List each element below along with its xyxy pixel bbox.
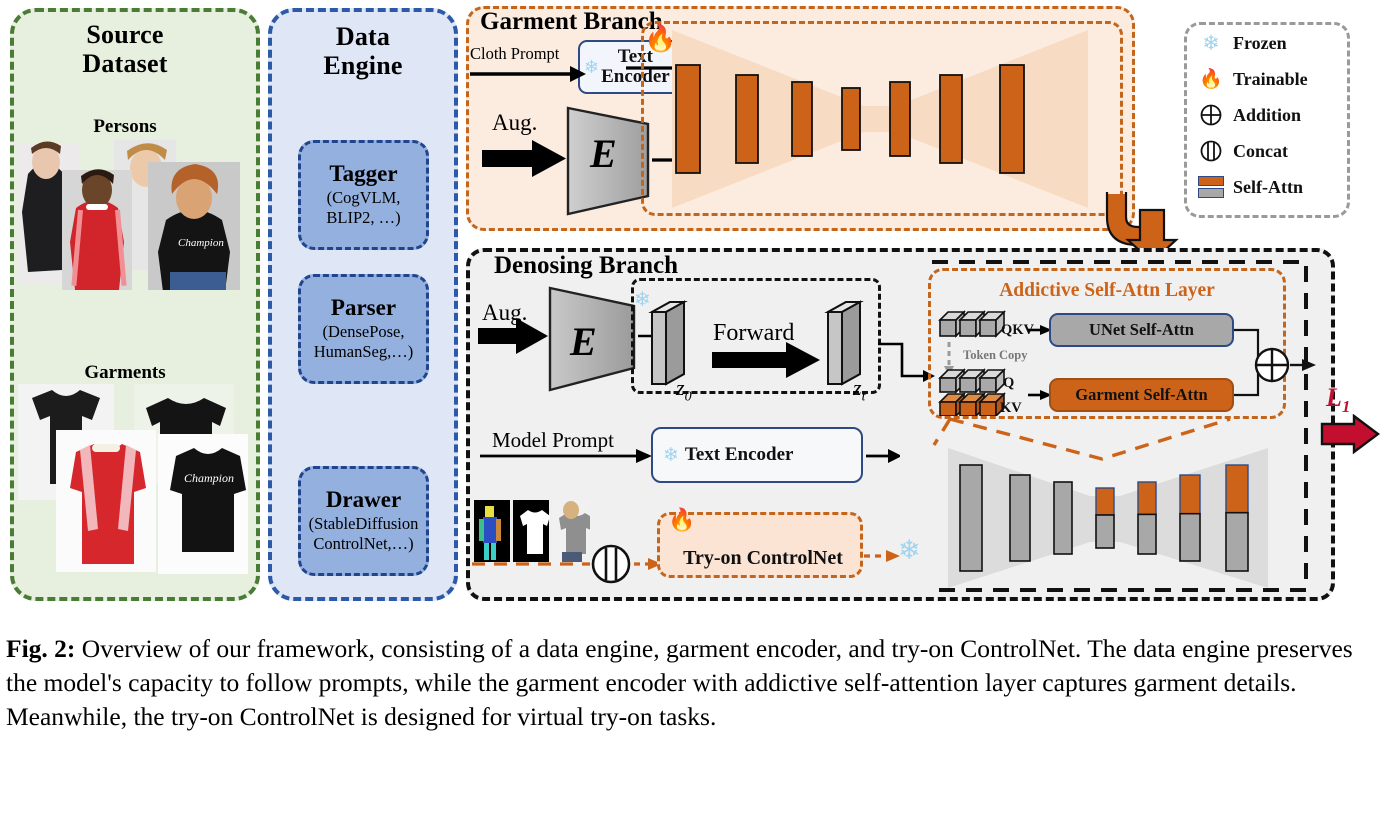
garments-label: Garments xyxy=(84,362,166,383)
latent-z0-label: z0 xyxy=(676,375,692,405)
fire-icon: 🔥 xyxy=(1199,68,1223,90)
persons-label: Persons xyxy=(93,116,157,137)
denoise-encoder-symbol: E xyxy=(570,319,597,364)
snowflake-icon: ❄ xyxy=(663,444,679,466)
latent-zt-label: zt xyxy=(853,375,866,405)
legend-item-trainable: 🔥 Trainable xyxy=(1187,61,1347,97)
loss-arrow xyxy=(1320,414,1380,455)
garment-unet-graphics xyxy=(672,30,1088,208)
token-copy-label: Token Copy xyxy=(963,348,1028,362)
addition-icon xyxy=(1198,104,1224,126)
snowflake-icon: ❄ xyxy=(1202,30,1220,55)
parser-name: Parser xyxy=(330,295,397,321)
source-dataset-title: Source Dataset xyxy=(0,20,250,78)
tryon-controlnet-label: Try-on ControlNet xyxy=(683,547,843,569)
source-title-line1: Source xyxy=(86,20,164,49)
garment-selfattn-label: Garment Self-Attn xyxy=(1075,385,1208,404)
legend-item-concat: Concat xyxy=(1187,133,1347,169)
source-title-line2: Dataset xyxy=(82,49,168,79)
garment-unet-bar xyxy=(939,74,963,164)
svg-text:Champion: Champion xyxy=(178,237,224,249)
drawer-name: Drawer xyxy=(325,487,402,513)
legend-label-frozen: Frozen xyxy=(1233,32,1287,53)
garment-unet-bar xyxy=(841,87,861,151)
tryon-controlnet-box[interactable]: 🔥 Try-on ControlNet xyxy=(657,507,863,578)
legend-label-selfattn: Self-Attn xyxy=(1233,176,1303,197)
garment-encoder-symbol: E xyxy=(590,131,617,176)
concat-icon xyxy=(1198,140,1224,162)
legend-item-selfattn: Self-Attn xyxy=(1187,169,1347,205)
addictive-to-bars-connector xyxy=(932,417,1231,461)
legend-item-frozen: ❄ Frozen xyxy=(1187,25,1347,61)
engine-box-parser[interactable]: Parser (DensePose, HumanSeg,…) xyxy=(298,274,429,384)
forward-label: Forward xyxy=(713,320,795,346)
legend-label-concat: Concat xyxy=(1233,140,1288,161)
model-text-encoder-label: Text Encoder xyxy=(684,444,794,466)
legend-label-trainable: Trainable xyxy=(1233,68,1308,89)
caption-text: Overview of our framework, consisting of… xyxy=(6,634,1353,732)
addictive-selfattn-title: Addictive Self-Attn Layer xyxy=(999,280,1215,301)
garments-image-mosaic: Champion xyxy=(18,384,248,574)
garment-selfattn-block[interactable]: Garment Self-Attn xyxy=(1049,378,1234,412)
engine-box-tagger[interactable]: Tagger (CogVLM, BLIP2, …) xyxy=(298,140,429,250)
parser-sub-line2: HumanSeg,…) xyxy=(313,342,414,362)
loss-label: L1 xyxy=(1326,383,1351,417)
persons-image-mosaic: Champion xyxy=(18,140,240,290)
legend-box: ❄ Frozen 🔥 Trainable Addition Concat Sel… xyxy=(1184,22,1350,218)
drawer-sub-line1: (StableDiffusion xyxy=(308,513,419,533)
garment-unet-bar xyxy=(735,74,759,164)
legend-label-addition: Addition xyxy=(1233,104,1302,125)
self-attn-icon xyxy=(1198,176,1224,198)
engine-box-drawer[interactable]: Drawer (StableDiffusion ControlNet,…) xyxy=(298,466,429,576)
garment-unet-bar xyxy=(675,64,701,174)
legend-item-addition: Addition xyxy=(1187,97,1347,133)
tagger-sub-line2: BLIP2, …) xyxy=(326,208,401,228)
drawer-sub-line2: ControlNet,…) xyxy=(313,534,414,554)
model-text-encoder-box[interactable]: ❄ Text Encoder xyxy=(651,427,863,483)
parser-sub-line1: (DensePose, xyxy=(322,321,405,341)
denoising-branch-title: Denosing Branch xyxy=(494,252,679,279)
concat-graphics xyxy=(472,544,662,584)
tagger-sub-line1: (CogVLM, xyxy=(326,187,401,207)
addition-node-graphics xyxy=(1234,328,1316,397)
figure-diagram: Source Dataset Persons Garments Champion xyxy=(0,0,1390,620)
svg-text:Champion: Champion xyxy=(184,471,234,485)
q-label: Q xyxy=(1003,375,1015,391)
data-engine-title: Data Engine xyxy=(268,22,458,80)
data-engine-title-line1: Data xyxy=(335,22,391,51)
garment-unet-bar xyxy=(999,64,1025,174)
garment-unet-bar xyxy=(791,81,813,157)
figure-caption: Fig. 2: Overview of our framework, consi… xyxy=(6,632,1384,734)
caption-label: Fig. 2: xyxy=(6,634,76,663)
garment-unet-bar xyxy=(889,81,911,157)
unet-selfattn-block[interactable]: UNet Self-Attn xyxy=(1049,313,1234,347)
fire-icon: 🔥 xyxy=(668,507,696,532)
unet-selfattn-label: UNet Self-Attn xyxy=(1089,320,1194,339)
data-engine-title-line2: Engine xyxy=(323,51,403,81)
tagger-name: Tagger xyxy=(329,161,398,187)
